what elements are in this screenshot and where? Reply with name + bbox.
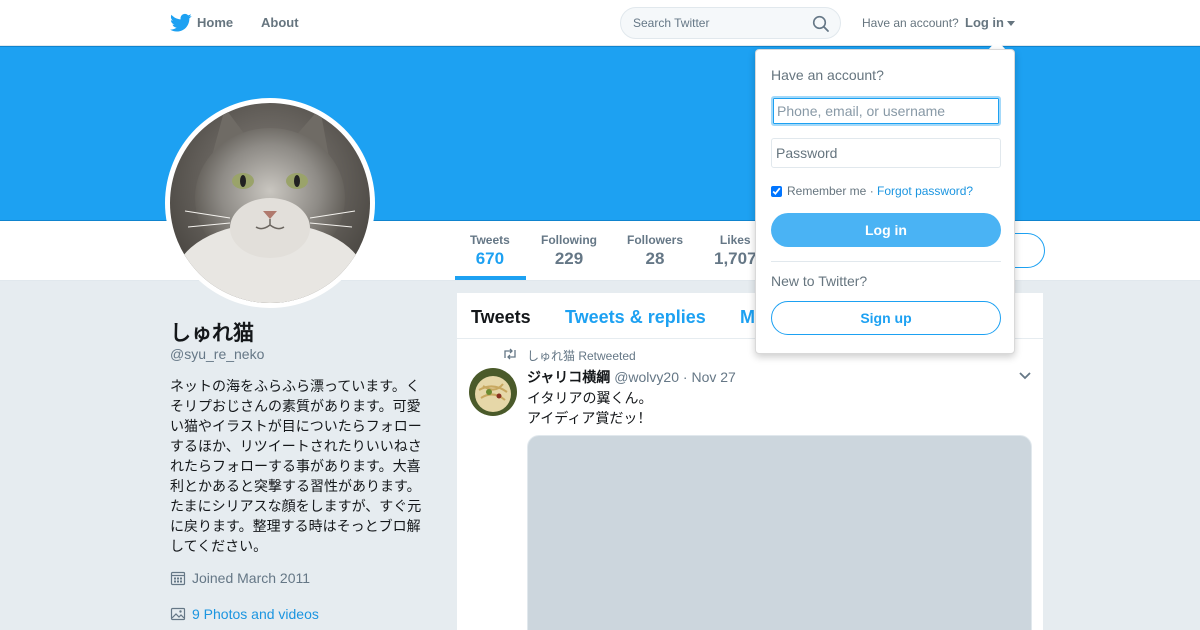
retweet-icon <box>504 348 516 360</box>
joined-date: Joined March 2011 <box>170 570 310 586</box>
separator: · <box>869 184 874 198</box>
dropdown-title: Have an account? <box>771 67 884 83</box>
stat-followers[interactable]: Followers 28 <box>627 233 683 269</box>
tweet-media[interactable] <box>527 435 1032 630</box>
remember-me-checkbox[interactable] <box>771 185 782 197</box>
tweet-separator: · <box>682 369 688 385</box>
stat-tweets[interactable]: Tweets 670 <box>470 233 510 269</box>
tab-tweets-and-replies[interactable]: Tweets & replies <box>565 307 706 328</box>
remember-me-label[interactable]: Remember me <box>787 184 866 198</box>
tweet-text-line: アイディア賞だッ！ <box>527 410 652 426</box>
stat-label: Likes <box>719 233 751 247</box>
search-box[interactable] <box>620 7 841 39</box>
tweet-text: イタリアの翼くん。 アイディア賞だッ！ <box>527 388 652 428</box>
login-dropdown-toggle[interactable]: Log in <box>965 15 1004 30</box>
stat-value: 28 <box>645 249 665 268</box>
calendar-icon <box>170 571 186 586</box>
stat-following[interactable]: Following 229 <box>541 233 597 269</box>
stat-label: Tweets <box>470 233 510 247</box>
tab-tweets[interactable]: Tweets <box>471 307 531 328</box>
stat-label: Following <box>541 233 597 247</box>
divider <box>771 261 1001 262</box>
chevron-down-icon[interactable] <box>1019 372 1031 380</box>
chevron-down-icon[interactable] <box>1007 21 1015 26</box>
profile-handle[interactable]: @syu_re_neko <box>170 346 264 362</box>
nav-about-link[interactable]: About <box>261 15 299 30</box>
login-button[interactable]: Log in <box>771 213 1001 247</box>
search-icon[interactable] <box>812 15 830 33</box>
profile-name[interactable]: しゅれ猫 <box>170 317 254 347</box>
image-icon <box>170 607 186 621</box>
tweet-header: ジャリコ横綱 @wolvy20 · Nov 27 <box>527 367 736 387</box>
tweet-date[interactable]: Nov 27 <box>691 369 735 385</box>
photos-and-videos-link[interactable]: 9 Photos and videos <box>170 606 319 622</box>
tweet-text-line: イタリアの翼くん。 <box>527 390 653 406</box>
active-stat-underline <box>455 276 526 280</box>
username-field[interactable] <box>771 96 1001 126</box>
tab-media[interactable]: M <box>740 307 755 328</box>
twitter-bird-icon[interactable] <box>170 13 192 33</box>
stat-value: 1,707 <box>714 249 757 268</box>
signup-button[interactable]: Sign up <box>771 301 1001 335</box>
remember-me-row: Remember me · Forgot password? <box>771 184 973 198</box>
nav-home-link[interactable]: Home <box>197 15 233 30</box>
stat-value: 229 <box>554 249 584 268</box>
tweet-author-avatar[interactable] <box>469 368 517 416</box>
cat-photo <box>170 103 370 303</box>
tweet-author-handle[interactable]: @wolvy20 <box>614 369 679 385</box>
photos-text[interactable]: 9 Photos and videos <box>192 606 319 622</box>
stat-value: 670 <box>475 249 505 268</box>
new-to-twitter-text: New to Twitter? <box>771 273 868 289</box>
stat-label: Followers <box>627 233 684 247</box>
profile-avatar[interactable] <box>165 98 375 308</box>
have-account-text: Have an account? <box>862 16 959 30</box>
profile-bio: ネットの海をふらふら漂っています。くそリプおじさんの素質があります。可愛い猫やイ… <box>170 378 422 554</box>
stat-likes[interactable]: Likes 1,707 <box>714 233 757 269</box>
joined-text: Joined March 2011 <box>192 570 311 586</box>
tweet-author-name[interactable]: ジャリコ横綱 <box>527 369 610 385</box>
top-nav: Home About Have an account? Log in <box>0 0 1200 46</box>
retweet-context[interactable]: しゅれ猫 Retweeted <box>527 347 636 364</box>
forgot-password-link[interactable]: Forgot password? <box>877 184 973 198</box>
password-field[interactable] <box>771 138 1001 168</box>
login-dropdown: Have an account? Remember me · Forgot pa… <box>755 49 1015 354</box>
search-input[interactable] <box>633 14 803 32</box>
pasta-photo <box>469 368 517 416</box>
